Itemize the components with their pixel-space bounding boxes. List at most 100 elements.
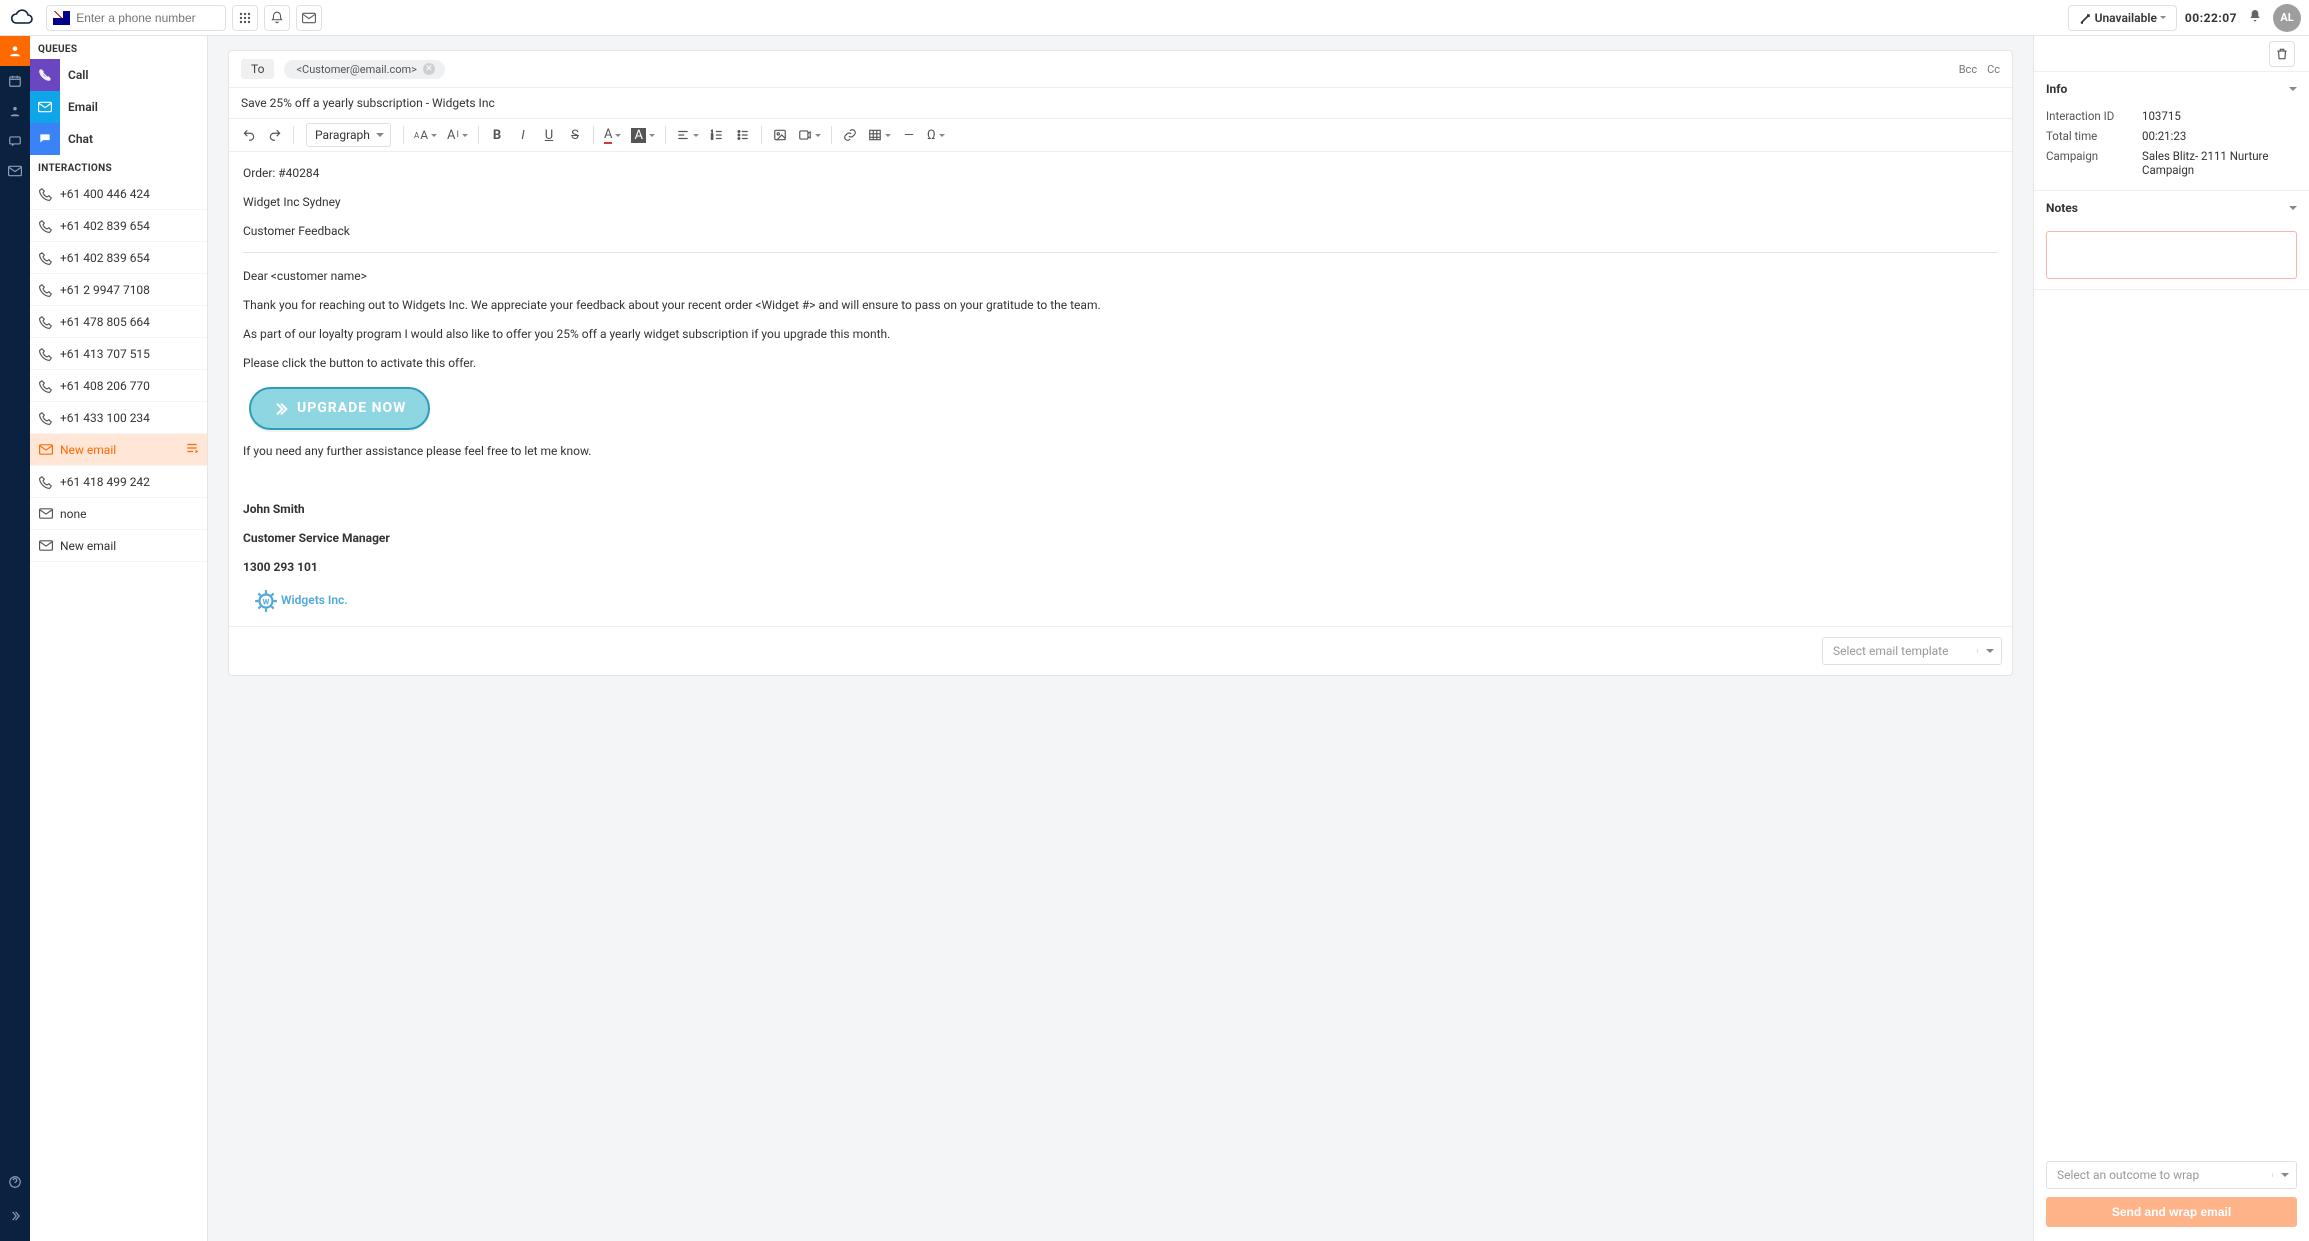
subject-field[interactable]: Save 25% off a yearly subscription - Wid… [229,88,2012,119]
interactions-heading: INTERACTIONS [30,155,207,178]
interaction-item[interactable]: +61 433 100 234 [30,402,207,434]
queue-chat[interactable]: Chat [30,123,207,155]
info-header[interactable]: Info [2034,72,2309,106]
flag-au-icon [53,11,70,25]
nav-calendar[interactable] [0,66,30,96]
phone-icon [38,474,54,490]
interaction-item[interactable]: New email [30,530,207,562]
media-button[interactable] [794,123,825,147]
mail-icon [38,538,54,554]
nav-expand[interactable] [0,1201,30,1231]
special-char-button[interactable]: Ω [923,123,949,147]
to-label: To [241,59,274,79]
alerts-bell-icon[interactable] [2247,8,2263,27]
horizontal-rule-button[interactable]: — [897,123,921,147]
phone-input[interactable] [76,11,219,25]
nav-help[interactable] [0,1167,30,1197]
phone-icon [38,218,54,234]
upgrade-now-button[interactable]: UPGRADE NOW [249,387,430,429]
send-wrap-button[interactable]: Send and wrap email [2046,1197,2297,1227]
body-company-line: Widget Inc Sydney [243,193,1998,212]
interaction-item[interactable]: +61 402 839 654 [30,242,207,274]
delete-button[interactable] [2269,41,2295,67]
outcome-select[interactable]: Select an outcome to wrap [2046,1161,2297,1189]
nav-contacts[interactable] [0,96,30,126]
nav-mail[interactable] [0,156,30,186]
unordered-list-button[interactable] [731,123,755,147]
text-color-button[interactable]: A [600,123,625,147]
interaction-item[interactable]: none [30,498,207,530]
queue-email-icon [30,91,60,123]
queue-chat-label: Chat [60,132,93,146]
align-button[interactable] [672,123,703,147]
body-para-4: If you need any further assistance pleas… [243,442,1998,461]
queue-email[interactable]: Email [30,91,207,123]
interaction-item[interactable]: +61 478 805 664 [30,306,207,338]
email-button[interactable] [296,5,322,31]
cc-toggle[interactable]: Cc [1987,63,2000,76]
sig-logo: W Widgets Inc. [243,588,1998,614]
strikethrough-button[interactable]: S [563,123,587,147]
sig-name: John Smith [243,502,305,516]
redo-button[interactable] [263,123,287,147]
bold-button[interactable]: B [485,123,509,147]
queue-call[interactable]: Call [30,59,207,91]
agent-status-dropdown[interactable]: Unavailable [2068,5,2177,31]
info-interaction-id-value: 103715 [2142,109,2297,123]
app-logo [8,4,36,32]
sig-company: Widgets Inc. [281,591,348,610]
underline-button[interactable]: U [537,123,561,147]
interaction-item[interactable]: New email [30,434,207,466]
nav-messages[interactable] [0,126,30,156]
interaction-item[interactable]: +61 2 9947 7108 [30,274,207,306]
chevron-down-icon [2160,16,2166,19]
block-format-select[interactable]: Paragraph [306,123,391,147]
email-body[interactable]: Order: #40284 Widget Inc Sydney Customer… [229,152,2012,626]
wrap-icon[interactable] [185,441,199,458]
link-button[interactable] [838,123,862,147]
phone-icon [38,378,54,394]
phone-icon [38,410,54,426]
notifications-button[interactable] [264,5,290,31]
status-label: Unavailable [2095,11,2157,25]
interaction-item[interactable]: +61 400 446 424 [30,178,207,210]
interaction-label: +61 478 805 664 [60,315,199,329]
ordered-list-button[interactable]: 123 [705,123,729,147]
notes-header[interactable]: Notes [2034,191,2309,225]
interaction-item[interactable]: +61 402 839 654 [30,210,207,242]
recipient-chip-text: <Customer@email.com> [296,63,416,76]
recipient-chip[interactable]: <Customer@email.com> ✕ [284,60,444,79]
body-para-3: Please click the button to activate this… [243,354,1998,373]
queue-chat-icon [30,123,60,155]
body-para-2: As part of our loyalty program I would a… [243,325,1998,344]
email-template-select[interactable]: Select email template [1822,637,2002,665]
font-case-button[interactable]: AI [443,123,472,147]
highlight-button[interactable]: A [627,123,658,147]
notes-textarea[interactable] [2046,231,2297,279]
info-campaign-label: Campaign [2046,149,2142,177]
interaction-item[interactable]: +61 413 707 515 [30,338,207,370]
interaction-label: +61 413 707 515 [60,347,199,361]
sig-title: Customer Service Manager [243,531,390,545]
status-timer: 00:22:07 [2185,11,2237,25]
email-editor-card: To <Customer@email.com> ✕ Bcc Cc Save 25… [228,50,2013,676]
sig-phone: 1300 293 101 [243,560,318,574]
chevrons-right-icon [273,401,289,417]
right-panel: Info Interaction ID103715 Total time00:2… [2033,36,2309,1241]
interaction-item[interactable]: +61 418 499 242 [30,466,207,498]
bcc-toggle[interactable]: Bcc [1959,63,1977,76]
user-avatar[interactable]: AL [2273,4,2301,32]
undo-button[interactable] [237,123,261,147]
queue-email-label: Email [60,100,98,114]
font-size-button[interactable]: AA [410,123,441,147]
info-section: Info Interaction ID103715 Total time00:2… [2034,72,2309,191]
phone-input-wrapper[interactable] [46,5,226,31]
table-button[interactable] [864,123,895,147]
interaction-item[interactable]: +61 408 206 770 [30,370,207,402]
image-button[interactable] [768,123,792,147]
dialpad-button[interactable] [232,5,258,31]
nav-agent[interactable] [0,36,30,66]
chevron-down-icon [2289,87,2297,91]
italic-button[interactable]: I [511,123,535,147]
remove-recipient-icon[interactable]: ✕ [423,63,435,75]
